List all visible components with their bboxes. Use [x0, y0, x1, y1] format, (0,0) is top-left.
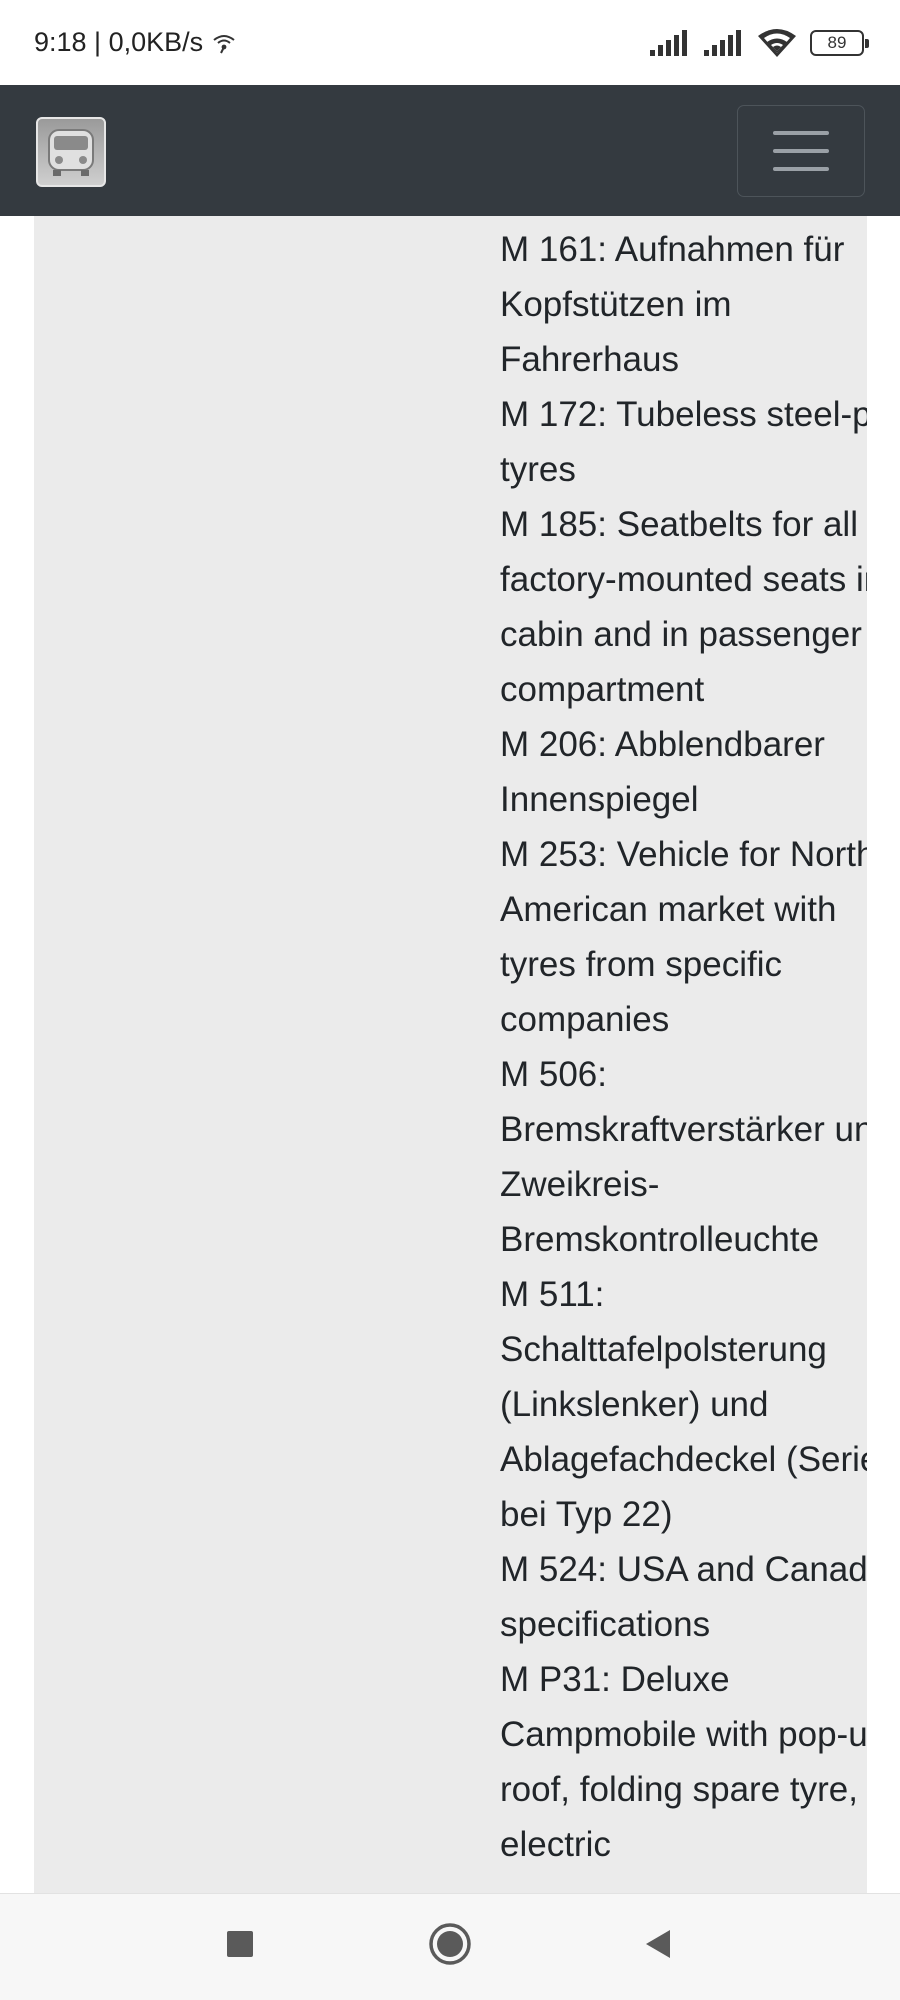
- list-item: M P31: Deluxe Campmobile with pop-up roo…: [500, 1660, 867, 1864]
- options-list: M 161: Aufnahmen für Kopfstützen im Fahr…: [500, 222, 867, 1872]
- bus-icon: [48, 129, 94, 176]
- list-item: M 172: Tubeless steel-ply tyres: [500, 395, 867, 489]
- system-navigation-bar: [0, 1893, 900, 2000]
- list-item: M 506: Bremskraftverstärker und Zweikrei…: [500, 1055, 867, 1259]
- signal-icon-2: [704, 29, 741, 56]
- battery-icon: 89: [810, 29, 869, 56]
- battery-level: 89: [827, 32, 847, 52]
- main-content: M 161: Aufnahmen für Kopfstützen im Fahr…: [34, 216, 867, 1893]
- status-right: 89: [650, 28, 869, 57]
- page: 9:18 | 0,0KB/s 89 M 161: Aufnahmen für K…: [0, 0, 900, 2000]
- signal-icon: [650, 29, 687, 56]
- navbar: [0, 85, 900, 216]
- list-item: M 185: Seatbelts for all factory-mounted…: [500, 505, 867, 709]
- list-item: M 511: Schalttafelpolsterung (Linkslenke…: [500, 1275, 867, 1534]
- home-button[interactable]: [420, 1914, 480, 1974]
- back-button[interactable]: [628, 1914, 688, 1974]
- hotspot-icon: [213, 34, 235, 53]
- square-icon: [227, 1931, 253, 1957]
- hamburger-line: [773, 167, 829, 171]
- circle-icon: [429, 1923, 471, 1965]
- brand-logo[interactable]: [36, 117, 106, 187]
- status-time-speed: 9:18 | 0,0KB/s: [34, 27, 204, 57]
- list-item: M 253: Vehicle for North American market…: [500, 835, 867, 1039]
- status-bar: 9:18 | 0,0KB/s 89: [0, 0, 900, 85]
- navbar-toggler-button[interactable]: [737, 105, 865, 197]
- triangle-back-icon: [646, 1930, 670, 1958]
- hamburger-line: [773, 131, 829, 135]
- list-item: M 161: Aufnahmen für Kopfstützen im Fahr…: [500, 230, 845, 379]
- hamburger-line: [773, 149, 829, 153]
- status-left: 9:18 | 0,0KB/s: [34, 27, 237, 58]
- recent-apps-button[interactable]: [210, 1914, 270, 1974]
- wifi-icon: [758, 28, 796, 57]
- list-item: M 206: Abblendbarer Innenspiegel: [500, 725, 825, 819]
- list-item: M 524: USA and Canada specifications: [500, 1550, 867, 1644]
